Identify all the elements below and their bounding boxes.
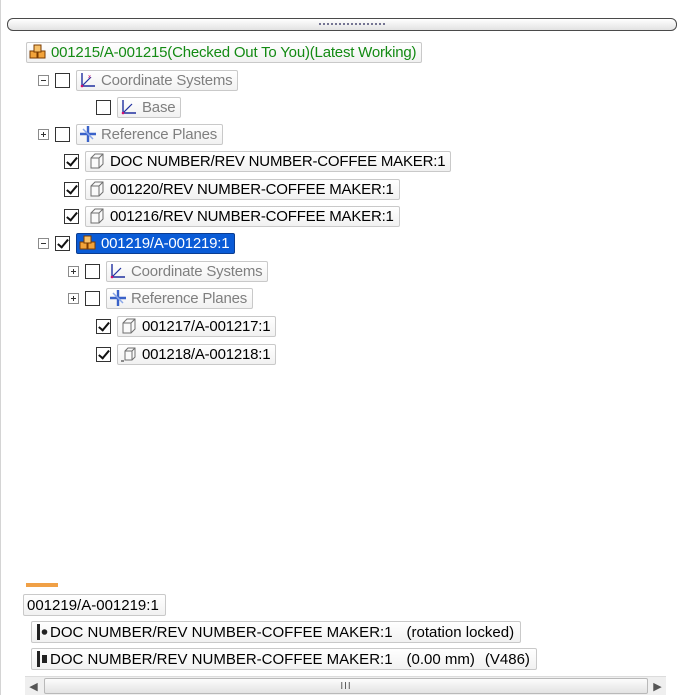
assembly-icon [29,44,46,59]
tree-row-part-001216[interactable]: 001216/REV NUMBER-COFFEE MAKER:1 [64,204,400,228]
scrollbar-grip-icon: III [340,680,352,692]
tree-row-sub-reference-planes[interactable]: Reference Planes [68,286,254,310]
sub-reference-planes-checkbox[interactable] [85,290,100,306]
coordinate-system-icon [121,100,136,115]
tree-row-sub-assembly[interactable]: 001219/A-001219:1 [38,231,236,255]
expand-sub-coordinate-systems-button[interactable] [68,265,79,277]
tree-row-part-001220[interactable]: 001220/REV NUMBER-COFFEE MAKER:1 [64,177,400,201]
root-assembly-node[interactable]: 001215/A-001215(Checked Out To You)(Late… [26,41,423,63]
relationship-2-offset: (0.00 mm) [406,650,475,668]
relationship-2-code: (V486) [484,650,530,668]
part-001220-node[interactable]: 001220/REV NUMBER-COFFEE MAKER:1 [85,178,400,200]
part-001218-node[interactable]: 001218/A-001218:1 [117,343,277,365]
expand-reference-planes-button[interactable] [38,128,49,140]
tree-row-sub-coordinate-systems[interactable]: Coordinate Systems [68,259,269,283]
part-icon [90,181,104,197]
sub-reference-planes-label: Reference Planes [131,289,248,307]
mate-relation-icon [37,651,47,667]
base-checkbox[interactable] [96,99,111,115]
scrollbar-thumb[interactable]: III [44,678,648,694]
part-001218-checkbox[interactable] [96,346,111,362]
part-icon [122,318,136,334]
grip-dots [318,22,386,26]
part-001218-label: 001218/A-001218:1 [142,345,271,363]
part-doc-checkbox[interactable] [64,153,79,169]
horizontal-scrollbar[interactable]: ◀ III ▶ [25,676,666,695]
sub-coordinate-systems-node[interactable]: Coordinate Systems [106,260,269,282]
panel-resize-grip[interactable] [7,18,677,31]
tree-row-base[interactable]: Base [96,95,182,119]
part-001216-checkbox[interactable] [64,208,79,224]
relationship-1-detail: (rotation locked) [406,623,515,641]
part-001220-checkbox[interactable] [64,181,79,197]
base-node[interactable]: Base [117,96,182,118]
selected-item-readout: 001219/A-001219:1 [23,594,166,616]
base-label: Base [142,98,176,116]
part-doc-node[interactable]: DOC NUMBER/REV NUMBER-COFFEE MAKER:1 [85,150,452,172]
sub-assembly-node[interactable]: 001219/A-001219:1 [76,232,236,254]
part-icon [90,153,104,169]
sub-coordinate-systems-label: Coordinate Systems [131,262,263,280]
tree-row-part-doc[interactable]: DOC NUMBER/REV NUMBER-COFFEE MAKER:1 [64,149,452,173]
scroll-right-arrow-icon[interactable]: ▶ [649,677,666,695]
relationship-row-1[interactable]: DOC NUMBER/REV NUMBER-COFFEE MAKER:1 (ro… [31,621,522,643]
axial-align-relation-icon [37,624,48,640]
tree-row-coordinate-systems[interactable]: x Coordinate Systems [38,68,239,92]
sub-reference-planes-node[interactable]: Reference Planes [106,287,254,309]
svg-text:x: x [88,74,91,80]
selected-item-label: 001219/A-001219:1 [27,596,159,614]
tree-row-reference-planes[interactable]: Reference Planes [38,122,224,146]
sub-assembly-label: 001219/A-001219:1 [101,234,230,252]
coordinate-system-icon [110,264,125,279]
pathfinder-panel: 001215/A-001215(Checked Out To You)(Late… [0,0,683,695]
pane-divider-accent [26,583,58,587]
reference-planes-node[interactable]: Reference Planes [76,123,224,145]
part-icon [90,208,104,224]
part-001216-node[interactable]: 001216/REV NUMBER-COFFEE MAKER:1 [85,205,400,227]
sub-assembly-checkbox[interactable] [55,235,70,251]
tree-row-part-001217[interactable]: 001217/A-001217:1 [96,314,277,338]
tree-row-part-001218[interactable]: 001218/A-001218:1 [96,342,277,366]
collapse-coordinate-systems-button[interactable] [38,74,49,86]
relationship-2-part: DOC NUMBER/REV NUMBER-COFFEE MAKER:1 [50,650,393,668]
part-doc-label: DOC NUMBER/REV NUMBER-COFFEE MAKER:1 [110,152,446,170]
reference-planes-icon [110,290,126,306]
reference-planes-checkbox[interactable] [55,126,70,142]
part-001217-label: 001217/A-001217:1 [142,317,271,335]
expand-sub-reference-planes-button[interactable] [68,292,79,304]
part-001217-checkbox[interactable] [96,318,111,334]
collapse-sub-assembly-button[interactable] [38,237,49,249]
assembly-icon [79,235,96,250]
part-001216-label: 001216/REV NUMBER-COFFEE MAKER:1 [110,207,394,225]
coordinate-system-icon: x [80,73,95,88]
relationship-1-part: DOC NUMBER/REV NUMBER-COFFEE MAKER:1 [50,623,393,641]
coordinate-systems-checkbox[interactable] [55,72,70,88]
reference-planes-icon [80,126,96,142]
part-001217-node[interactable]: 001217/A-001217:1 [117,315,277,337]
part-icon [121,347,136,362]
coordinate-systems-label: Coordinate Systems [101,71,233,89]
tree-row-root[interactable]: 001215/A-001215(Checked Out To You)(Late… [26,40,423,64]
reference-planes-label: Reference Planes [101,125,218,143]
part-001220-label: 001220/REV NUMBER-COFFEE MAKER:1 [110,180,394,198]
sub-coordinate-systems-checkbox[interactable] [85,263,100,279]
relationship-row-2[interactable]: DOC NUMBER/REV NUMBER-COFFEE MAKER:1 (0.… [31,648,537,670]
scroll-left-arrow-icon[interactable]: ◀ [25,677,42,695]
root-assembly-label: 001215/A-001215(Checked Out To You)(Late… [51,43,417,61]
coordinate-systems-node[interactable]: x Coordinate Systems [76,69,239,91]
